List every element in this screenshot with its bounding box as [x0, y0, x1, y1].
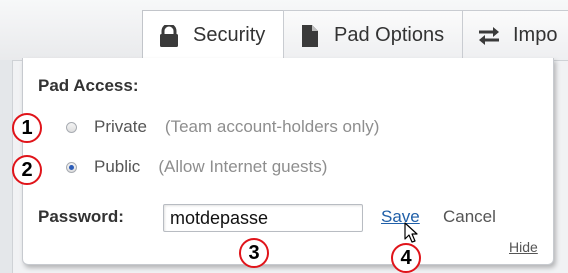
cancel-link[interactable]: Cancel	[443, 207, 496, 227]
hide-link[interactable]: Hide	[509, 239, 538, 255]
step-marker-3: 3	[239, 238, 269, 268]
mouse-pointer-icon	[404, 222, 418, 243]
public-label: Public	[94, 157, 141, 176]
lock-icon	[157, 23, 181, 47]
step-marker-4: 4	[391, 243, 421, 273]
private-radio[interactable]	[66, 121, 77, 133]
step-marker-1: 1	[12, 113, 42, 143]
pad-access-heading: Pad Access:	[38, 76, 139, 95]
tab-import[interactable]: Impo	[462, 10, 568, 60]
private-hint: (Team account-holders only)	[164, 117, 380, 136]
public-hint: (Allow Internet guests)	[158, 157, 328, 176]
public-radio[interactable]	[66, 161, 77, 173]
password-label: Password:	[38, 207, 124, 226]
tab-security[interactable]: Security	[142, 10, 284, 60]
tab-pad-options-label: Pad Options	[334, 24, 445, 46]
swap-arrows-icon	[477, 25, 501, 47]
tab-import-label: Impo	[513, 24, 558, 46]
tab-security-label: Security	[193, 24, 266, 46]
password-field[interactable]	[163, 204, 363, 232]
public-option[interactable]: Public (Allow Internet guests)	[66, 157, 327, 177]
tab-pad-options[interactable]: Pad Options	[283, 10, 463, 60]
private-label: Private	[94, 117, 147, 136]
left-sidebar-edge	[0, 60, 13, 273]
private-option[interactable]: Private (Team account-holders only)	[66, 117, 379, 137]
step-marker-2: 2	[12, 155, 42, 185]
document-icon	[298, 24, 322, 47]
